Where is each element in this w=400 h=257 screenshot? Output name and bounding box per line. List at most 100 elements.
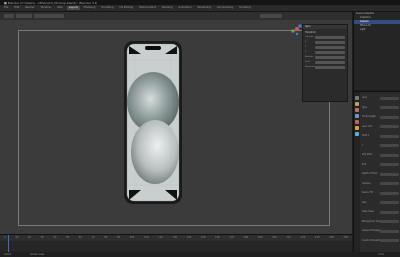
wallpaper-blob-bottom xyxy=(131,120,179,184)
outliner: Scene Collection Collection Camera iPhone 1… xyxy=(353,12,400,90)
property-field[interactable] xyxy=(380,172,399,176)
menu-tab[interactable]: Rendering xyxy=(196,6,213,10)
phone-mockup[interactable] xyxy=(123,40,183,205)
property-label: Shift X xyxy=(362,134,370,137)
property-field[interactable] xyxy=(380,96,399,100)
property-row: Clip Start xyxy=(362,153,399,157)
property-row: Viewport Display xyxy=(362,229,399,233)
window-title: ■ Blender [C:\Users\...\iPhone15_Mockup.… xyxy=(4,0,97,5)
view-menu[interactable] xyxy=(34,14,64,18)
shading-buttons[interactable] xyxy=(260,14,282,18)
n-panel-row: Location xyxy=(305,35,345,39)
timeline-tick-label: 150 xyxy=(200,236,206,239)
timeline-tick-label: 160 xyxy=(215,236,220,239)
property-label: Safe Areas xyxy=(362,210,374,213)
property-field[interactable] xyxy=(380,106,399,109)
tool-icon[interactable] xyxy=(355,96,359,100)
properties-tab-strip xyxy=(354,92,360,253)
menu-tab[interactable]: Scripting xyxy=(237,6,253,10)
property-field[interactable] xyxy=(380,144,399,147)
menu-tab[interactable]: Sculpting xyxy=(99,6,115,10)
menu-tab[interactable]: File xyxy=(2,6,10,10)
menu-tab[interactable]: Compositing xyxy=(215,6,235,10)
sidebar-n-panel: Item Transform Location X Y Z Rotation Scale D… xyxy=(302,24,348,102)
property-field[interactable] xyxy=(380,115,399,119)
status-version: 3.6.0 xyxy=(378,252,385,256)
n-panel-field[interactable] xyxy=(315,65,345,69)
timeline-tick-label: 80 xyxy=(104,236,108,239)
property-field[interactable] xyxy=(380,134,399,138)
property-field[interactable] xyxy=(380,191,399,195)
n-panel-field[interactable] xyxy=(315,40,345,44)
property-field[interactable] xyxy=(380,229,399,233)
viewport-header xyxy=(0,12,352,20)
property-row: Lens xyxy=(362,96,399,100)
property-label: Lens xyxy=(362,96,368,99)
timeline-tick-label: 180 xyxy=(243,236,249,239)
menu-tab[interactable]: Layout xyxy=(66,6,80,10)
property-field[interactable] xyxy=(380,125,399,128)
property-label: Y xyxy=(362,143,364,147)
n-panel-row-label: Dimensions xyxy=(305,66,317,68)
menu-tab[interactable]: UV Editing xyxy=(118,6,136,10)
menu-tab[interactable]: Animation xyxy=(176,6,193,10)
menu-tab[interactable]: Shading xyxy=(160,6,175,10)
object-icon[interactable] xyxy=(355,126,359,130)
n-panel-field[interactable] xyxy=(315,35,345,39)
property-label: Focal Length xyxy=(362,115,376,118)
property-field[interactable] xyxy=(380,210,399,214)
transform-section-label[interactable]: Transform xyxy=(305,31,345,34)
timeline[interactable]: 0 10 20 30 40 50 60 70 80 90 100 110 120 130 140 150 160… xyxy=(0,234,352,253)
n-panel-row: Scale xyxy=(305,60,345,64)
timeline-tick-label: 90 xyxy=(116,236,120,239)
timeline-tick-label: 60 xyxy=(78,236,82,239)
property-field[interactable] xyxy=(380,201,399,204)
menu-tab[interactable]: Texture Paint xyxy=(137,6,158,10)
menu-tab[interactable]: Render xyxy=(23,6,36,10)
timeline-tick-label: 110 xyxy=(143,236,149,239)
timeline-ruler[interactable]: 0 10 20 30 40 50 60 70 80 90 100 110 120 130 140 150 160… xyxy=(0,235,352,241)
property-row: Focal Length xyxy=(362,115,399,119)
n-panel-row: Dimensions xyxy=(305,65,345,69)
workspace-tabs: File Edit Render Window Help Layout Modeling Sc… xyxy=(2,6,253,10)
property-row: Depth of Field xyxy=(362,172,399,176)
world-icon[interactable] xyxy=(355,120,359,124)
property-field[interactable] xyxy=(380,163,399,166)
status-left: Select xyxy=(4,252,12,256)
property-label: Depth of Field xyxy=(362,172,378,175)
n-panel-field[interactable] xyxy=(315,50,345,54)
scene-icon[interactable] xyxy=(355,114,359,118)
property-field[interactable] xyxy=(380,153,399,157)
property-label: Sensor Fit xyxy=(362,191,373,194)
outliner-item[interactable]: Light xyxy=(354,28,400,32)
timeline-tick-label: 40 xyxy=(53,236,57,239)
render-icon[interactable] xyxy=(355,102,359,106)
status-bar: Select Rotate View 3.6.0 xyxy=(0,252,400,257)
property-row: Sensor Fit xyxy=(362,191,399,195)
n-panel-header[interactable]: Item xyxy=(303,25,347,29)
menu-tab[interactable]: Help xyxy=(55,6,65,10)
output-icon[interactable] xyxy=(355,108,359,112)
playhead[interactable] xyxy=(8,235,9,253)
3d-viewport[interactable]: Item Transform Location X Y Z Rotation Scale D… xyxy=(0,12,352,234)
menu-bar: File Edit Render Window Help Layout Modeling Sc… xyxy=(0,5,400,12)
property-field[interactable] xyxy=(380,239,399,242)
timeline-tick-label: 100 xyxy=(129,236,135,239)
camera-data-icon[interactable] xyxy=(355,132,359,136)
property-label: Size xyxy=(362,200,367,204)
timeline-ticks: 0 10 20 30 40 50 60 70 80 90 100 110 120 130 140 150 160… xyxy=(4,236,348,239)
mode-selector[interactable] xyxy=(16,14,32,18)
n-panel-field[interactable] xyxy=(315,60,345,64)
editor-type-button[interactable] xyxy=(4,14,14,18)
property-field[interactable] xyxy=(380,182,399,185)
property-field[interactable] xyxy=(380,220,399,223)
timeline-tick-label: 250 xyxy=(343,236,348,239)
menu-tab[interactable]: Modeling xyxy=(82,6,98,10)
n-panel-field[interactable] xyxy=(315,55,345,59)
properties-editor: Lens Type Focal Length Lens Unit Shift X Y Cli… xyxy=(353,91,400,253)
menu-tab[interactable]: Window xyxy=(39,6,53,10)
n-panel-field[interactable] xyxy=(315,45,345,49)
property-label: Lens Unit xyxy=(362,124,373,128)
menu-tab[interactable]: Edit xyxy=(12,6,21,10)
timeline-tick-label: 200 xyxy=(272,236,277,239)
